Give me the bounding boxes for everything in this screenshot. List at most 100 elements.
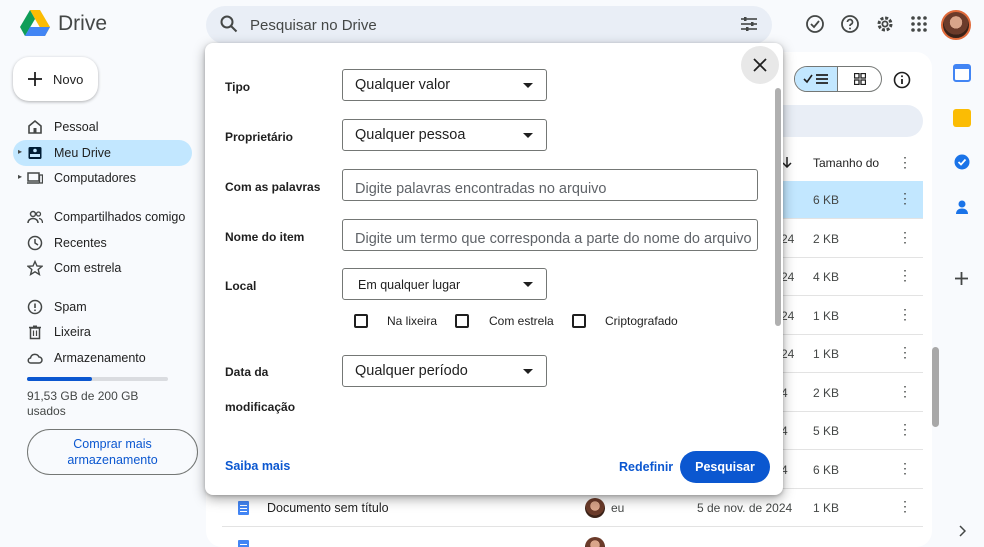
size-column-header[interactable]: Tamanho do xyxy=(813,156,879,170)
clock-icon xyxy=(27,235,43,251)
more-actions-icon[interactable]: ⋮ xyxy=(898,461,912,475)
search-icon[interactable] xyxy=(220,15,238,33)
tasks-icon[interactable] xyxy=(953,153,971,171)
starred-checkbox[interactable] xyxy=(455,314,469,328)
table-row[interactable] xyxy=(222,528,923,547)
expand-caret-icon[interactable]: ▸ xyxy=(18,147,22,156)
more-actions-icon[interactable]: ⋮ xyxy=(898,230,912,244)
column-options-icon[interactable]: ⋮ xyxy=(898,154,912,171)
more-actions-icon[interactable]: ⋮ xyxy=(898,422,912,436)
more-actions-icon[interactable]: ⋮ xyxy=(898,499,912,513)
owner-selected-value: Qualquer pessoa xyxy=(355,127,466,143)
sidebar-item-label: Com estrela xyxy=(54,261,122,275)
date-label-line1: Data da xyxy=(225,365,269,379)
drive-logo-icon xyxy=(20,10,50,36)
search-options-icon[interactable] xyxy=(740,16,758,32)
help-icon[interactable] xyxy=(840,14,860,34)
sidebar-item-storage[interactable]: Armazenamento xyxy=(13,345,192,371)
encrypted-checkbox[interactable] xyxy=(572,314,586,328)
owner-select[interactable]: Qualquer pessoa xyxy=(342,119,547,151)
close-icon xyxy=(753,58,767,72)
location-select[interactable]: Em qualquer lugar xyxy=(342,268,547,300)
type-select[interactable]: Qualquer valor xyxy=(342,69,547,101)
grid-view-button[interactable] xyxy=(838,67,881,91)
settings-gear-icon[interactable] xyxy=(875,14,895,34)
file-size: 1 KB xyxy=(813,309,840,323)
starred-checkbox-label[interactable]: Com estrela xyxy=(489,314,554,328)
app-name: Drive xyxy=(58,11,108,35)
sidebar-item-starred[interactable]: Com estrela xyxy=(13,255,192,281)
sidebar-item-trash[interactable]: Lixeira xyxy=(13,319,192,345)
file-size: 6 KB xyxy=(813,463,840,477)
new-button-label: Novo xyxy=(53,71,84,87)
new-button[interactable]: Novo xyxy=(13,57,98,101)
info-icon[interactable] xyxy=(893,71,911,89)
search-input[interactable]: Pesquisar no Drive xyxy=(250,17,377,34)
plus-icon xyxy=(28,72,42,86)
more-actions-icon[interactable]: ⋮ xyxy=(898,268,912,282)
trash-icon xyxy=(29,325,41,340)
spam-icon xyxy=(27,299,43,315)
sidebar-item-personal[interactable]: Pessoal xyxy=(13,114,192,140)
offline-status-icon[interactable] xyxy=(805,14,825,34)
keep-icon[interactable] xyxy=(953,109,971,127)
advanced-search-dialog: Tipo Qualquer valor Proprietário Qualque… xyxy=(205,43,783,495)
trash-checkbox[interactable] xyxy=(354,314,368,328)
sidebar-item-label: Meu Drive xyxy=(54,146,111,160)
more-actions-icon[interactable]: ⋮ xyxy=(898,191,912,205)
side-panel-rail xyxy=(944,52,984,547)
sidebar-item-label: Spam xyxy=(54,300,87,314)
chevron-right-icon[interactable] xyxy=(958,525,966,537)
apps-grid-icon[interactable] xyxy=(909,14,929,34)
sidebar-item-label: Compartilhados comigo xyxy=(54,210,186,224)
sidebar-item-label: Lixeira xyxy=(54,325,91,339)
calendar-icon[interactable] xyxy=(953,64,971,82)
more-actions-icon[interactable]: ⋮ xyxy=(898,384,912,398)
main-scrollbar[interactable] xyxy=(932,347,939,427)
words-input[interactable] xyxy=(342,169,758,201)
encrypted-checkbox-label[interactable]: Criptografado xyxy=(605,314,678,328)
trash-checkbox-label[interactable]: Na lixeira xyxy=(387,314,437,328)
more-actions-icon[interactable]: ⋮ xyxy=(898,307,912,321)
reset-button[interactable]: Redefinir xyxy=(619,460,673,474)
type-label: Tipo xyxy=(225,80,251,94)
words-label: Com as palavras xyxy=(225,180,321,194)
expand-caret-icon[interactable]: ▸ xyxy=(18,172,22,181)
file-name[interactable]: Documento sem título xyxy=(267,501,389,515)
filter-chips-bar xyxy=(780,105,923,137)
item-name-input[interactable] xyxy=(342,219,758,251)
item-name-label: Nome do item xyxy=(225,230,305,244)
sidebar-item-spam[interactable]: Spam xyxy=(13,294,192,320)
search-bar[interactable]: Pesquisar no Drive xyxy=(206,6,772,44)
modified-date: 5 de nov. de 2024 xyxy=(697,501,793,515)
drive-logo[interactable]: Drive xyxy=(20,10,107,37)
sidebar-item-my-drive[interactable]: ▸ Meu Drive xyxy=(13,140,192,166)
storage-progress-fill xyxy=(27,377,92,381)
more-actions-icon[interactable]: ⋮ xyxy=(898,345,912,359)
dropdown-arrow-icon xyxy=(523,133,533,138)
google-docs-icon xyxy=(238,501,249,515)
modified-date: 24 xyxy=(781,309,795,323)
contacts-icon[interactable] xyxy=(953,198,971,216)
modified-date: 24 xyxy=(781,232,795,246)
account-avatar[interactable] xyxy=(941,10,971,40)
buy-storage-button[interactable]: Comprar mais armazenamento xyxy=(27,429,198,475)
file-size: 4 KB xyxy=(813,270,840,284)
date-select[interactable]: Qualquer período xyxy=(342,355,547,387)
dropdown-arrow-icon xyxy=(523,282,533,287)
dialog-scrollbar[interactable] xyxy=(775,88,781,326)
sidebar-item-shared-with-me[interactable]: Compartilhados comigo xyxy=(13,204,192,230)
list-view-button[interactable] xyxy=(795,67,839,91)
search-button[interactable]: Pesquisar xyxy=(680,451,770,483)
sidebar-item-label: Pessoal xyxy=(54,120,99,134)
file-owner: eu xyxy=(611,501,625,515)
sidebar-item-recent[interactable]: Recentes xyxy=(13,230,192,256)
dropdown-arrow-icon xyxy=(523,83,533,88)
grid-icon xyxy=(853,73,866,85)
sidebar-item-computers[interactable]: ▸ Computadores xyxy=(13,165,192,191)
view-toggle[interactable] xyxy=(794,66,882,92)
add-addon-plus-icon[interactable] xyxy=(954,271,969,286)
close-button[interactable] xyxy=(741,46,779,84)
learn-more-link[interactable]: Saiba mais xyxy=(225,459,290,473)
dropdown-arrow-icon xyxy=(523,369,533,374)
